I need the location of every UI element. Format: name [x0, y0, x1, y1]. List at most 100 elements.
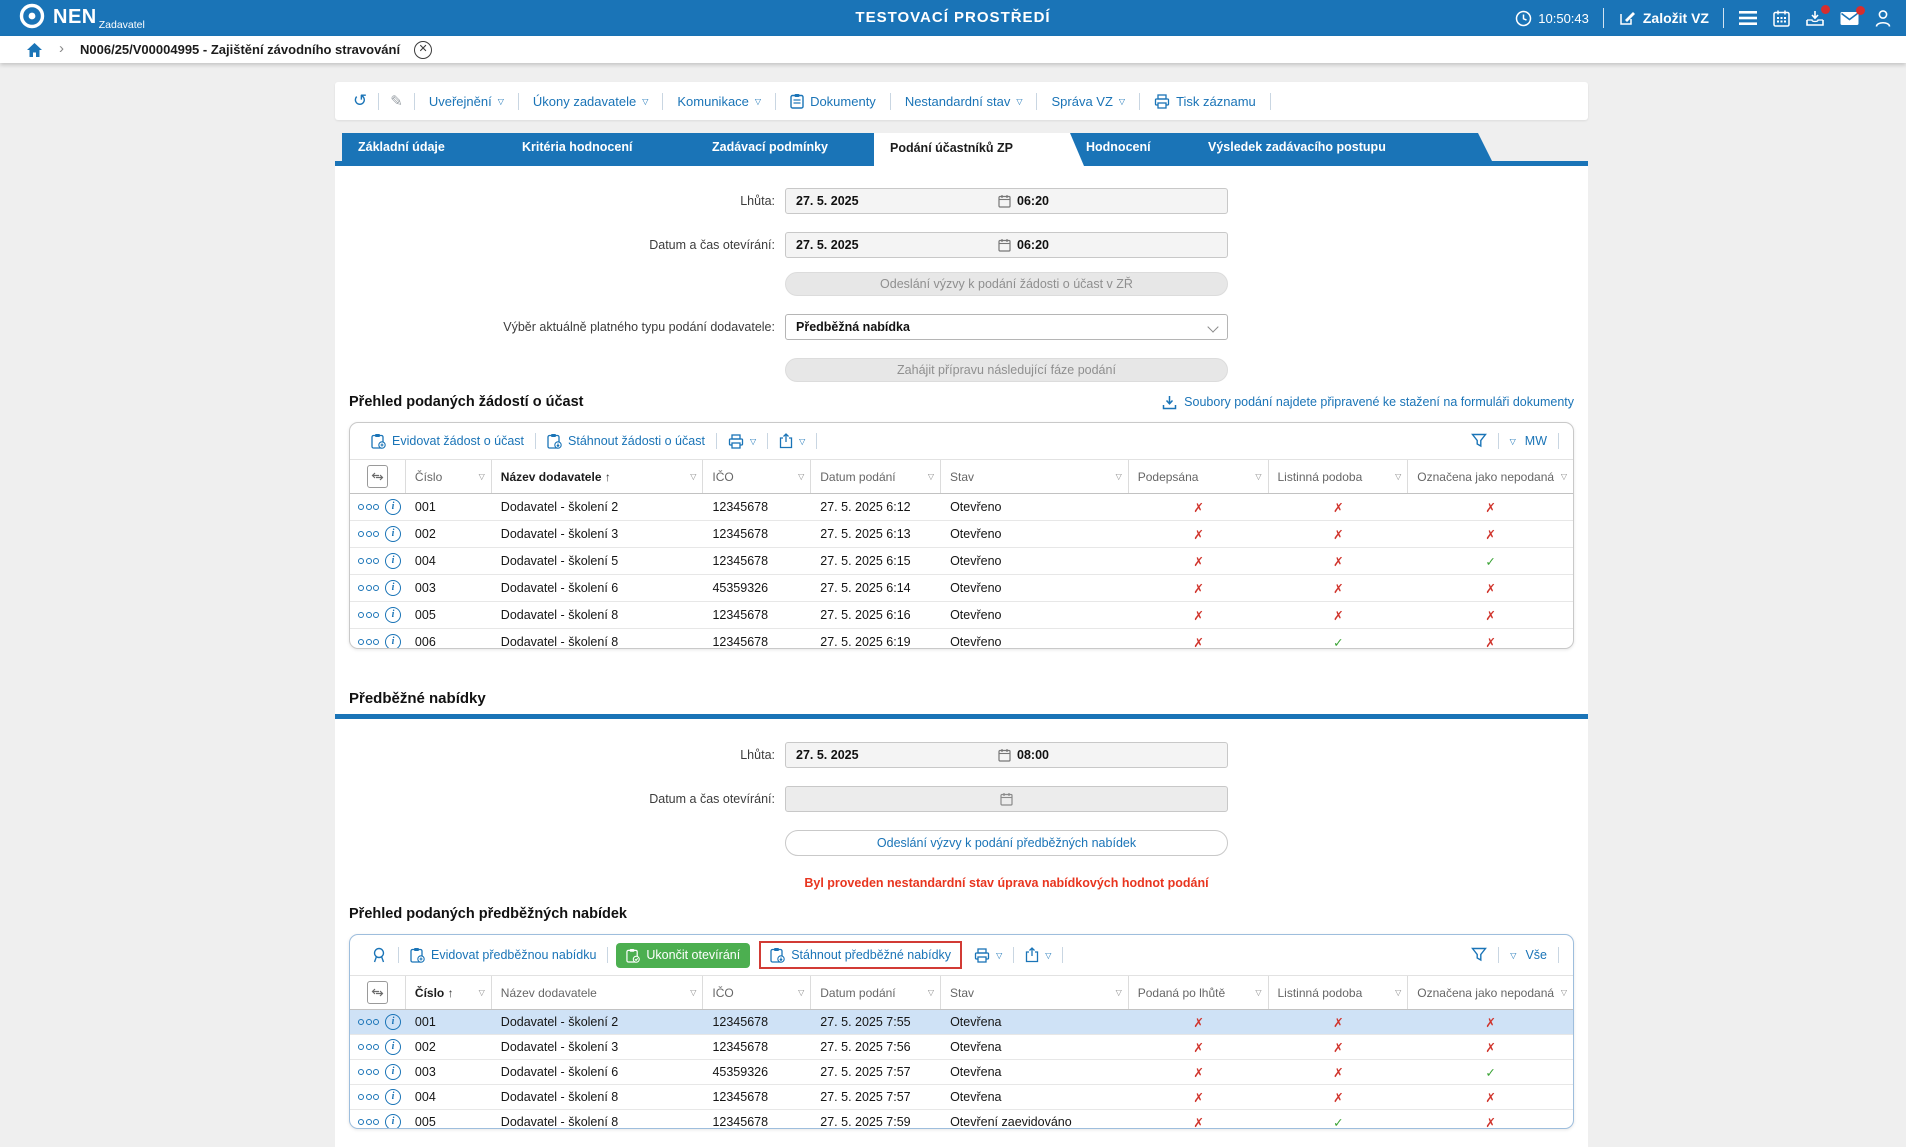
row-menu-icon[interactable] [358, 639, 379, 645]
columns-config-icon[interactable] [366, 465, 388, 488]
row-menu-icon[interactable] [358, 1019, 379, 1025]
column-header-oznacena-jako-nepodana[interactable]: Označena jako nepodaná ▽ [1408, 460, 1573, 493]
table-row[interactable]: i 001 Dodavatel - školení 2 12345678 27. 5. … [350, 494, 1573, 521]
menu-ukony-zadavatele[interactable]: Úkony zadavatele ▽ [522, 94, 660, 109]
filter-arrow-icon[interactable]: ▽ [928, 988, 934, 997]
table-row[interactable]: i 004 Dodavatel - školení 5 12345678 27. 5. … [350, 548, 1573, 575]
table-row[interactable]: i 005 Dodavatel - školení 8 12345678 27. 5. … [350, 602, 1573, 629]
row-menu-icon[interactable] [358, 531, 379, 537]
filter-view-label[interactable]: Vše [1525, 948, 1547, 962]
undo-icon[interactable]: ↺ [345, 91, 375, 111]
column-header-listinna-podoba[interactable]: Listinná podoba ▽ [1269, 460, 1409, 493]
send-request-button[interactable]: Odeslání výzvy k podání žádosti o účast … [785, 272, 1228, 296]
filter-arrow-icon[interactable]: ▽ [1116, 988, 1122, 997]
stahnout-zadosti-button[interactable]: Stáhnout žádosti o účast [538, 433, 714, 449]
lhuta2-datetime-input[interactable]: 27. 5. 2025 08:00 [785, 742, 1228, 768]
column-header-listinna-podoba[interactable]: Listinná podoba ▽ [1269, 976, 1409, 1009]
info-icon[interactable]: i [385, 1014, 401, 1030]
files-download-link[interactable]: Soubory podání najdete připravené ke sta… [1162, 395, 1574, 410]
row-menu-icon[interactable] [358, 612, 379, 618]
table-export-button[interactable]: ▽ [770, 433, 814, 449]
table-row[interactable]: i 002 Dodavatel - školení 3 12345678 27. 5. … [350, 1035, 1573, 1060]
opening2-datetime-input[interactable] [785, 786, 1228, 812]
columns-config-icon[interactable] [366, 981, 388, 1004]
user-icon[interactable] [1874, 9, 1892, 28]
column-header-nazev-dodavatele[interactable]: Název dodavatele ↑ ▽ [492, 460, 704, 493]
filter-icon[interactable] [1471, 947, 1488, 963]
column-header-datum-podani[interactable]: Datum podání ▽ [811, 460, 942, 493]
mail-icon[interactable] [1839, 5, 1865, 27]
close-icon[interactable]: ✕ [414, 40, 433, 59]
column-header-stav[interactable]: Stav ▽ [941, 460, 1129, 493]
table-row[interactable]: i 001 Dodavatel - školení 2 12345678 27. 5. … [350, 1010, 1573, 1035]
filter-arrow-icon[interactable]: ▽ [1395, 988, 1401, 997]
info-icon[interactable]: i [385, 526, 401, 542]
filter-arrow-icon[interactable]: ▽ [1116, 472, 1122, 481]
tab-vysledek-zadavaciho-postupu[interactable]: Výsledek zadávacího postupu [1192, 133, 1492, 161]
column-header-stav[interactable]: Stav ▽ [941, 976, 1129, 1009]
info-icon[interactable]: i [385, 1089, 401, 1105]
row-menu-icon[interactable] [358, 585, 379, 591]
row-menu-icon[interactable] [358, 1094, 379, 1100]
table-export-button[interactable]: ▽ [1016, 947, 1060, 963]
columns-config-cell[interactable] [350, 976, 406, 1009]
row-menu-icon[interactable] [358, 1069, 379, 1075]
submission-type-select[interactable]: Předběžná nabídka [785, 314, 1228, 340]
filter-arrow-icon[interactable]: ▽ [479, 988, 485, 997]
tab-hodnoceni[interactable]: Hodnocení [1070, 133, 1206, 161]
nen-logo[interactable]: NEN Zadavatel [18, 2, 145, 32]
next-phase-button[interactable]: Zahájit přípravu následující fáze podání [785, 358, 1228, 382]
menu-uverejneni[interactable]: Uveřejnění ▽ [418, 94, 515, 109]
filter-arrow-icon[interactable]: ▽ [1255, 988, 1261, 997]
info-icon[interactable]: i [385, 1064, 401, 1080]
pencil-icon[interactable]: ✎ [382, 92, 411, 110]
column-header-ico[interactable]: IČO ▽ [703, 976, 812, 1009]
ukoncit-oteviani-button[interactable]: Ukončit otevírání [616, 942, 751, 968]
row-menu-icon[interactable] [358, 558, 379, 564]
seal-icon[interactable] [362, 947, 396, 964]
column-header-cislo[interactable]: Číslo ↑ ▽ [406, 976, 492, 1009]
filter-icon[interactable] [1470, 433, 1487, 449]
table-print-button[interactable]: ▽ [719, 433, 765, 449]
table-row[interactable]: i 005 Dodavatel - školení 8 12345678 27. 5. … [350, 1110, 1573, 1128]
table-row[interactable]: i 003 Dodavatel - školení 6 45359326 27. 5. … [350, 1060, 1573, 1085]
filter-arrow-icon[interactable]: ▽ [1255, 472, 1261, 481]
filter-arrow-icon[interactable]: ▽ [690, 472, 696, 481]
row-menu-icon[interactable] [358, 1044, 379, 1050]
stahnout-nabidky-button[interactable]: Stáhnout předběžné nabídky [768, 947, 953, 963]
column-header-podana-po-lhute[interactable]: Podaná po lhůtě ▽ [1129, 976, 1269, 1009]
send-preliminary-call-button[interactable]: Odeslání výzvy k podání předběžných nabí… [785, 830, 1228, 856]
table-row[interactable]: i 003 Dodavatel - školení 6 45359326 27. 5. … [350, 575, 1573, 602]
menu-icon[interactable] [1738, 10, 1758, 26]
tab-zadavaci-podminky[interactable]: Zadávací podmínky [696, 133, 888, 161]
filter-arrow-icon[interactable]: ▽ [690, 988, 696, 997]
filter-arrow-icon[interactable]: ▽ [798, 988, 804, 997]
menu-nestandardni-stav[interactable]: Nestandardní stav ▽ [894, 94, 1034, 109]
filter-arrow-icon[interactable]: ▽ [1395, 472, 1401, 481]
filter-arrow-icon[interactable]: ▽ [1561, 988, 1567, 997]
chevron-down-icon[interactable]: ▽ [1510, 437, 1516, 446]
info-icon[interactable]: i [385, 499, 401, 515]
inbox-icon[interactable] [1805, 4, 1830, 28]
filter-arrow-icon[interactable]: ▽ [1561, 472, 1567, 481]
table-print-button[interactable]: ▽ [965, 947, 1011, 963]
lhuta-datetime-input[interactable]: 27. 5. 2025 06:20 [785, 188, 1228, 214]
create-vz-button[interactable]: Založit VZ [1618, 9, 1709, 27]
info-icon[interactable]: i [385, 1114, 401, 1128]
tab-podani-ucastniku-zp[interactable]: Podání účastníků ZP [874, 133, 1084, 166]
home-icon[interactable] [26, 42, 43, 58]
filter-view-label[interactable]: MW [1525, 434, 1547, 448]
chevron-down-icon[interactable]: ▽ [1510, 951, 1516, 960]
calendar-icon[interactable] [1772, 9, 1791, 28]
info-icon[interactable]: i [385, 1039, 401, 1055]
tab-kriteria-hodnoceni[interactable]: Kritéria hodnocení [506, 133, 710, 161]
tab-zakladni-udaje[interactable]: Základní údaje [342, 133, 520, 161]
column-header-podepsana[interactable]: Podepsána ▽ [1129, 460, 1269, 493]
info-icon[interactable]: i [385, 580, 401, 596]
column-header-oznacena-jako-nepodana[interactable]: Označena jako nepodaná ▽ [1408, 976, 1573, 1009]
table-row[interactable]: i 002 Dodavatel - školení 3 12345678 27. 5. … [350, 521, 1573, 548]
columns-config-cell[interactable] [350, 460, 406, 493]
column-header-datum-podani[interactable]: Datum podání ▽ [811, 976, 942, 1009]
menu-komunikace[interactable]: Komunikace ▽ [666, 94, 772, 109]
info-icon[interactable]: i [385, 553, 401, 569]
